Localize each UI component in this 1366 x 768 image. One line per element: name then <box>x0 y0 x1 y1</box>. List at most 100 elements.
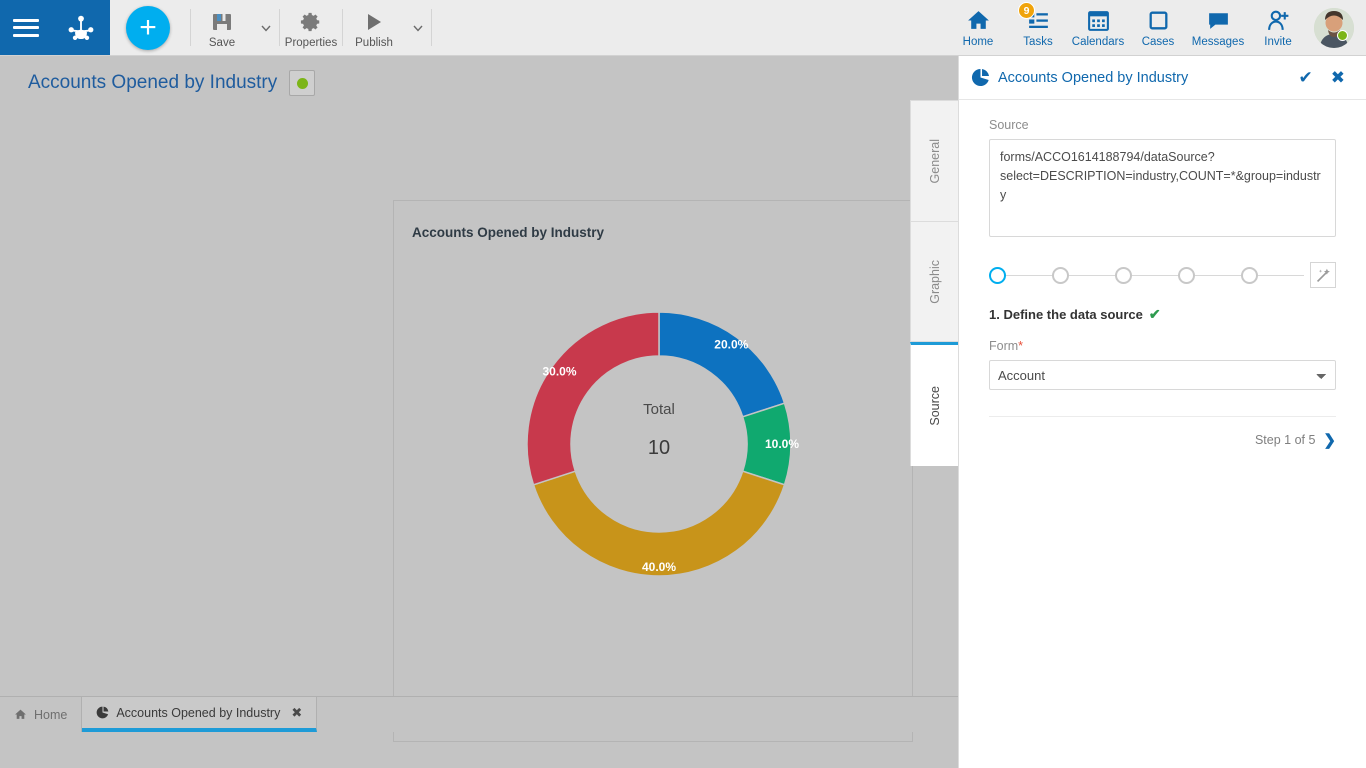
panel-close-icon[interactable]: ✖ <box>1326 69 1350 86</box>
save-label: Save <box>209 37 235 49</box>
square-outline-icon <box>1146 8 1171 33</box>
properties-label: Properties <box>285 37 337 49</box>
panel-divider <box>989 416 1336 417</box>
brand-zone <box>0 0 110 55</box>
step-navigation: Step 1 of 5 ❯ <box>989 431 1336 449</box>
page-title: Accounts Opened by Industry <box>28 72 277 94</box>
wizard-step-title: 1. Define the data source <box>989 307 1143 322</box>
global-nav: Home 9 Tasks Calendars <box>948 0 1366 55</box>
tab-graphic[interactable]: Graphic <box>910 222 958 342</box>
tab-source-label: Source <box>928 386 942 426</box>
status-badge[interactable] <box>289 70 315 96</box>
toolbar-divider <box>431 9 432 46</box>
donut-chart[interactable]: 20.0%10.0%40.0%30.0% Total 10 <box>464 249 854 639</box>
nav-cases[interactable]: Cases <box>1128 0 1188 55</box>
panel-confirm-icon[interactable]: ✔ <box>1294 69 1318 86</box>
chevron-down-icon <box>260 22 272 34</box>
hamburger-icon[interactable] <box>13 19 39 37</box>
source-input[interactable] <box>989 139 1336 237</box>
nav-messages[interactable]: Messages <box>1188 0 1248 55</box>
step-counter: Step 1 of 5 <box>1255 433 1315 447</box>
gear-icon <box>300 11 322 33</box>
save-dropdown-caret[interactable] <box>253 0 279 55</box>
source-label: Source <box>989 118 1336 132</box>
wizard-step-3[interactable] <box>1115 267 1132 284</box>
properties-button[interactable]: Properties <box>280 0 342 55</box>
nav-home[interactable]: Home <box>948 0 1008 55</box>
donut-center-value: 10 <box>464 437 854 460</box>
design-canvas: Accounts Opened by Industry Accounts Ope… <box>0 56 958 732</box>
taskbar-tab-label: Accounts Opened by Industry <box>116 706 280 720</box>
avatar[interactable] <box>1314 8 1354 48</box>
next-step-button[interactable]: ❯ <box>1323 431 1336 449</box>
nav-messages-label: Messages <box>1192 36 1244 48</box>
tasks-badge: 9 <box>1018 2 1035 19</box>
save-button[interactable]: Save <box>191 0 253 55</box>
taskbar-tab[interactable]: Home <box>0 697 82 732</box>
floppy-disk-icon <box>211 11 233 33</box>
nav-tasks[interactable]: 9 Tasks <box>1008 0 1068 55</box>
top-toolbar: + Save Properties <box>0 0 1366 56</box>
calendar-icon <box>1086 8 1111 33</box>
tab-general[interactable]: General <box>910 100 958 222</box>
tab-source[interactable]: Source <box>910 342 958 466</box>
form-label: Form* <box>989 339 1336 353</box>
panel-title: Accounts Opened by Industry <box>998 70 1286 86</box>
nav-calendars[interactable]: Calendars <box>1068 0 1128 55</box>
avatar-photo-icon <box>1314 8 1354 48</box>
nav-home-label: Home <box>963 36 994 48</box>
wizard-step-2[interactable] <box>1052 267 1069 284</box>
nav-tasks-label: Tasks <box>1023 36 1052 48</box>
wizard-step-connector <box>1006 275 1052 276</box>
properties-panel: Accounts Opened by Industry ✔ ✖ Source <box>958 56 1366 768</box>
wizard-step-title-row: 1. Define the data source ✔ <box>989 306 1336 323</box>
chart-title: Accounts Opened by Industry <box>412 225 604 240</box>
required-marker: * <box>1018 339 1023 353</box>
house-icon <box>966 8 991 33</box>
wizard-step-4[interactable] <box>1178 267 1195 284</box>
editor-tool-group: Save Properties Publish <box>190 0 432 55</box>
pie-chart-icon <box>971 68 990 87</box>
app-logo-icon[interactable] <box>64 11 98 45</box>
donut-slice-label: 30.0% <box>542 365 576 379</box>
wizard-step-5[interactable] <box>1241 267 1258 284</box>
page-title-row: Accounts Opened by Industry <box>28 70 315 96</box>
nav-cases-label: Cases <box>1142 36 1175 48</box>
house-icon <box>14 708 27 721</box>
tab-graphic-label: Graphic <box>928 260 942 304</box>
wizard-stepper <box>989 262 1336 288</box>
publish-label: Publish <box>355 37 393 49</box>
form-label-text: Form <box>989 339 1018 353</box>
magic-wand-icon <box>1315 267 1332 284</box>
form-select[interactable]: Account <box>989 360 1336 390</box>
wizard-step-connector <box>1069 275 1115 276</box>
wizard-step-connector <box>1195 275 1241 276</box>
play-triangle-icon <box>363 11 385 33</box>
speech-bubble-icon <box>1206 8 1231 33</box>
nav-invite[interactable]: Invite <box>1248 0 1308 55</box>
chart-widget[interactable]: Accounts Opened by Industry 20.0%10.0%40… <box>393 200 913 742</box>
nav-calendars-label: Calendars <box>1072 36 1124 48</box>
nav-invite-label: Invite <box>1264 36 1292 48</box>
add-button[interactable]: + <box>126 6 170 50</box>
panel-vertical-tabs: General Graphic Source <box>910 100 958 466</box>
panel-body: Source 1. Define the data source <box>959 100 1366 449</box>
publish-dropdown-caret[interactable] <box>405 0 431 55</box>
taskbar-tab[interactable]: Accounts Opened by Industry ✖ <box>82 697 317 732</box>
wizard-button[interactable] <box>1310 262 1336 288</box>
wizard-step-1[interactable] <box>989 267 1006 284</box>
taskbar-tab-label: Home <box>34 708 67 722</box>
chevron-down-icon <box>412 22 424 34</box>
close-icon[interactable]: ✖ <box>291 705 302 721</box>
step-valid-check-icon: ✔ <box>1149 306 1161 323</box>
donut-slice-label: 40.0% <box>642 560 676 574</box>
tab-general-label: General <box>928 139 942 183</box>
taskbar: Home Accounts Opened by Industry ✖ <box>0 696 958 732</box>
person-add-icon <box>1266 8 1291 33</box>
panel-header: Accounts Opened by Industry ✔ ✖ <box>959 56 1366 100</box>
wizard-step-connector <box>1132 275 1178 276</box>
wizard-step-connector <box>1258 275 1304 276</box>
status-dot <box>297 78 308 89</box>
donut-center-label: Total <box>464 401 854 418</box>
publish-button[interactable]: Publish <box>343 0 405 55</box>
